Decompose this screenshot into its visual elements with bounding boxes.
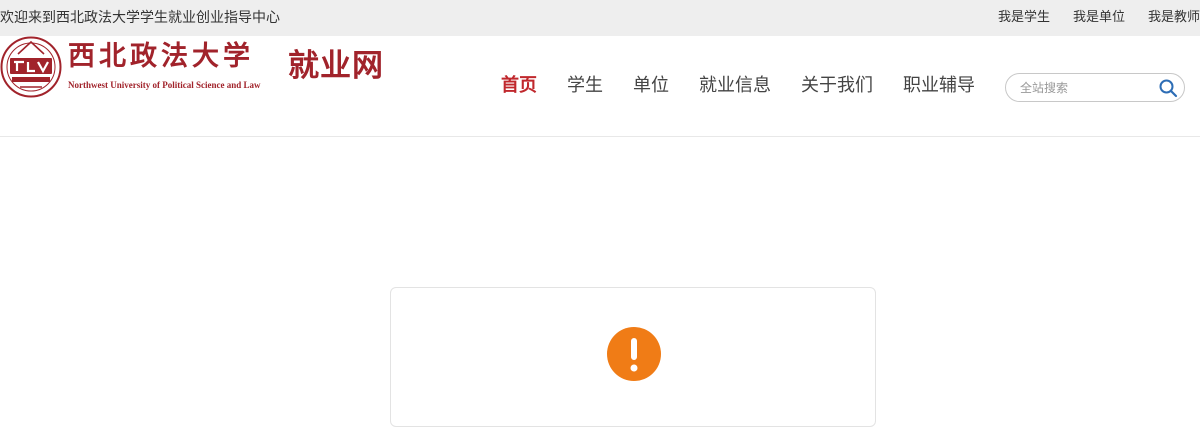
site-header: 西北政法大学 Northwest University of Political… xyxy=(0,36,1200,137)
notice-card xyxy=(390,287,876,427)
school-name-cn: 西北政法大学 xyxy=(68,41,254,72)
site-logo[interactable]: 西北政法大学 Northwest University of Political… xyxy=(0,36,400,98)
search-input[interactable] xyxy=(1020,79,1150,97)
school-name-en: Northwest University of Political Scienc… xyxy=(68,80,261,90)
student-link[interactable]: 我是学生 xyxy=(998,10,1050,26)
site-search xyxy=(1005,73,1185,102)
nav-employer[interactable]: 单位 xyxy=(619,74,683,98)
university-emblem-icon xyxy=(0,36,62,98)
welcome-text: 欢迎来到西北政法大学学生就业创业指导中心 xyxy=(0,10,280,26)
employer-link[interactable]: 我是单位 xyxy=(1073,10,1125,26)
teacher-link[interactable]: 我是教师 xyxy=(1148,10,1200,26)
site-name: 就业网 xyxy=(288,48,384,84)
exclamation-icon xyxy=(607,327,661,381)
nav-home[interactable]: 首页 xyxy=(487,74,551,98)
search-icon[interactable] xyxy=(1158,78,1178,98)
nav-about-us[interactable]: 关于我们 xyxy=(787,74,887,98)
nav-student[interactable]: 学生 xyxy=(553,74,617,98)
top-bar: 欢迎来到西北政法大学学生就业创业指导中心 我是学生 我是单位 我是教师 xyxy=(0,0,1200,36)
role-links: 我是学生 我是单位 我是教师 xyxy=(975,10,1200,26)
nav-job-info[interactable]: 就业信息 xyxy=(685,74,785,98)
main-nav: 首页 学生 单位 就业信息 关于我们 职业辅导 xyxy=(487,74,991,98)
nav-career-guidance[interactable]: 职业辅导 xyxy=(889,74,989,98)
